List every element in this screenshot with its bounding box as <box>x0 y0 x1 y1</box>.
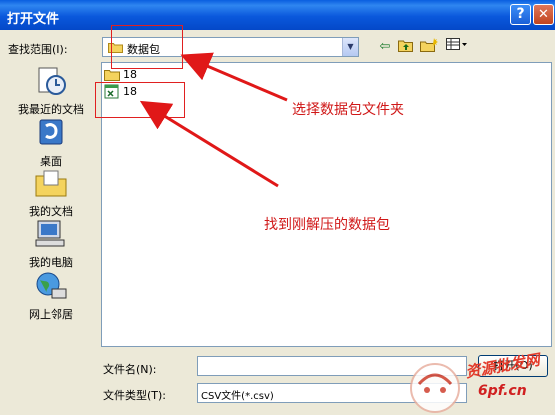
arrow-to-lookin <box>180 52 288 102</box>
arrow-to-file <box>139 100 279 188</box>
annotation-find-package: 找到刚解压的数据包 <box>264 217 390 233</box>
watermark-url: 6pf.cn <box>478 383 527 399</box>
filename-label: 文件名(N): <box>103 363 157 376</box>
annotation-choose-folder: 选择数据包文件夹 <box>292 102 404 118</box>
filetype-label: 文件类型(T): <box>103 389 167 402</box>
